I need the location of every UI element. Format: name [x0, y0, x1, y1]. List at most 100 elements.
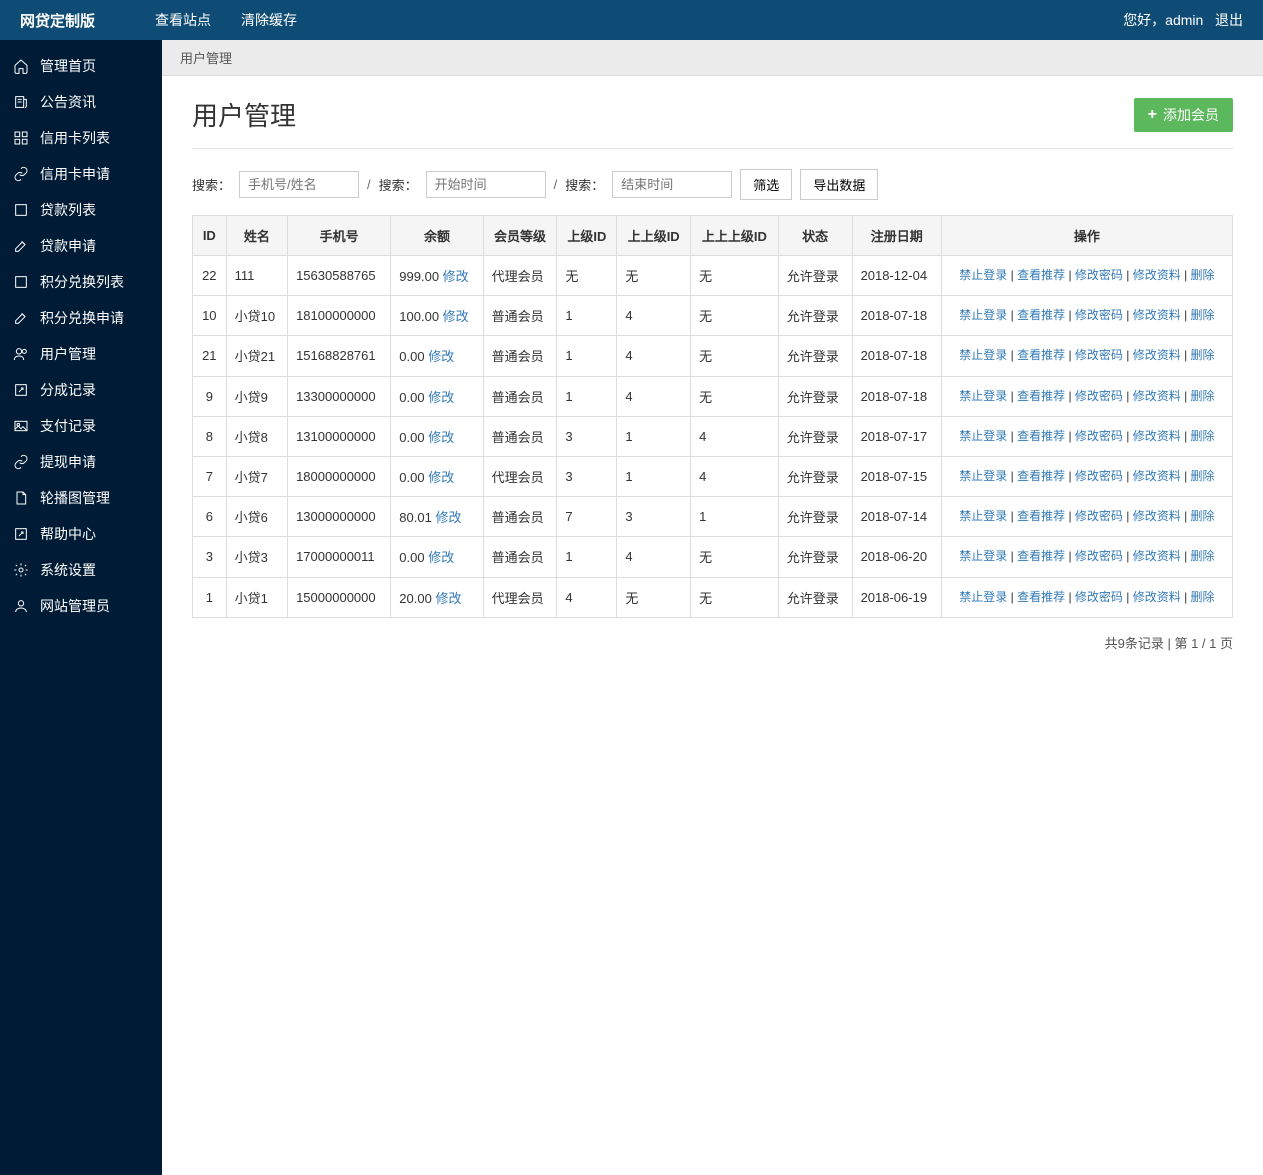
cell-date: 2018-12-04 — [852, 256, 941, 296]
sidebar-item-9[interactable]: 分成记录 — [0, 372, 162, 408]
op-link[interactable]: 修改密码 — [1075, 429, 1123, 443]
sidebar-item-6[interactable]: 积分兑换列表 — [0, 264, 162, 300]
export-button[interactable]: 导出数据 — [800, 169, 878, 200]
op-link[interactable]: 修改密码 — [1075, 389, 1123, 403]
op-link[interactable]: 查看推荐 — [1017, 268, 1065, 282]
op-link[interactable]: 禁止登录 — [959, 429, 1007, 443]
op-link[interactable]: 修改密码 — [1075, 469, 1123, 483]
op-link[interactable]: 修改资料 — [1133, 429, 1181, 443]
sidebar-item-11[interactable]: 提现申请 — [0, 444, 162, 480]
op-link[interactable]: 删除 — [1191, 389, 1215, 403]
sidebar-item-10[interactable]: 支付记录 — [0, 408, 162, 444]
modify-link[interactable]: 修改 — [428, 430, 454, 445]
op-link[interactable]: 查看推荐 — [1017, 549, 1065, 563]
op-link[interactable]: 禁止登录 — [959, 308, 1007, 322]
op-link[interactable]: 禁止登录 — [959, 348, 1007, 362]
add-member-button[interactable]: + 添加会员 — [1134, 98, 1233, 132]
clear-cache-link[interactable]: 清除缓存 — [241, 10, 297, 30]
sidebar-item-12[interactable]: 轮播图管理 — [0, 480, 162, 516]
op-link[interactable]: 修改资料 — [1133, 389, 1181, 403]
cell-level: 普通会员 — [483, 537, 557, 577]
cell-name: 111 — [226, 256, 287, 296]
cell-date: 2018-07-18 — [852, 336, 941, 376]
sidebar-item-label: 提现申请 — [40, 452, 96, 472]
cell-p1: 1 — [557, 296, 617, 336]
op-link[interactable]: 修改资料 — [1133, 268, 1181, 282]
cell-p2: 无 — [617, 577, 691, 617]
sidebar-item-8[interactable]: 用户管理 — [0, 336, 162, 372]
op-link[interactable]: 删除 — [1191, 549, 1215, 563]
op-link[interactable]: 禁止登录 — [959, 590, 1007, 604]
cell-name: 小贷21 — [226, 336, 287, 376]
op-link[interactable]: 修改密码 — [1075, 590, 1123, 604]
cell-date: 2018-07-17 — [852, 416, 941, 456]
op-link[interactable]: 删除 — [1191, 509, 1215, 523]
op-link[interactable]: 删除 — [1191, 429, 1215, 443]
modify-link[interactable]: 修改 — [435, 510, 461, 525]
external-icon — [12, 525, 30, 543]
op-link[interactable]: 查看推荐 — [1017, 429, 1065, 443]
op-link[interactable]: 禁止登录 — [959, 469, 1007, 483]
sidebar-item-3[interactable]: 信用卡申请 — [0, 156, 162, 192]
op-link[interactable]: 删除 — [1191, 268, 1215, 282]
search-prefix3: 搜索： — [565, 175, 604, 194]
op-link[interactable]: 禁止登录 — [959, 268, 1007, 282]
modify-link[interactable]: 修改 — [443, 269, 469, 284]
logout-link[interactable]: 退出 — [1215, 12, 1243, 28]
op-link[interactable]: 修改密码 — [1075, 268, 1123, 282]
end-time-input[interactable] — [612, 171, 732, 198]
op-link[interactable]: 查看推荐 — [1017, 590, 1065, 604]
sidebar-item-15[interactable]: 网站管理员 — [0, 588, 162, 624]
op-link[interactable]: 删除 — [1191, 469, 1215, 483]
op-link[interactable]: 修改资料 — [1133, 469, 1181, 483]
op-link[interactable]: 删除 — [1191, 308, 1215, 322]
op-link[interactable]: 修改密码 — [1075, 348, 1123, 362]
op-link[interactable]: 查看推荐 — [1017, 509, 1065, 523]
modify-link[interactable]: 修改 — [428, 349, 454, 364]
cell-status: 允许登录 — [778, 296, 852, 336]
op-link[interactable]: 查看推荐 — [1017, 469, 1065, 483]
sidebar-item-0[interactable]: 管理首页 — [0, 48, 162, 84]
op-link[interactable]: 修改资料 — [1133, 549, 1181, 563]
op-link[interactable]: 修改资料 — [1133, 509, 1181, 523]
filter-button[interactable]: 筛选 — [740, 169, 792, 200]
sidebar: 管理首页公告资讯信用卡列表信用卡申请贷款列表贷款申请积分兑换列表积分兑换申请用户… — [0, 40, 162, 1175]
op-link[interactable]: 修改资料 — [1133, 308, 1181, 322]
op-link[interactable]: 删除 — [1191, 348, 1215, 362]
op-link[interactable]: 修改密码 — [1075, 549, 1123, 563]
cell-p1: 3 — [557, 456, 617, 496]
op-link[interactable]: 修改密码 — [1075, 509, 1123, 523]
start-time-input[interactable] — [426, 171, 546, 198]
sidebar-item-1[interactable]: 公告资讯 — [0, 84, 162, 120]
sidebar-item-4[interactable]: 贷款列表 — [0, 192, 162, 228]
op-link[interactable]: 禁止登录 — [959, 509, 1007, 523]
op-link[interactable]: 修改资料 — [1133, 348, 1181, 362]
cell-status: 允许登录 — [778, 336, 852, 376]
cell-id: 1 — [193, 577, 227, 617]
modify-link[interactable]: 修改 — [428, 550, 454, 565]
sidebar-item-2[interactable]: 信用卡列表 — [0, 120, 162, 156]
op-link[interactable]: 查看推荐 — [1017, 308, 1065, 322]
file-icon — [12, 489, 30, 507]
sidebar-item-13[interactable]: 帮助中心 — [0, 516, 162, 552]
modify-link[interactable]: 修改 — [428, 470, 454, 485]
cell-name: 小贷9 — [226, 376, 287, 416]
modify-link[interactable]: 修改 — [443, 309, 469, 324]
op-link[interactable]: 禁止登录 — [959, 389, 1007, 403]
op-link[interactable]: 删除 — [1191, 590, 1215, 604]
sidebar-item-14[interactable]: 系统设置 — [0, 552, 162, 588]
cell-name: 小贷3 — [226, 537, 287, 577]
column-header: 手机号 — [288, 216, 391, 256]
op-link[interactable]: 查看推荐 — [1017, 389, 1065, 403]
view-site-link[interactable]: 查看站点 — [155, 10, 211, 30]
modify-link[interactable]: 修改 — [435, 591, 461, 606]
search-input[interactable] — [239, 171, 359, 198]
sidebar-item-5[interactable]: 贷款申请 — [0, 228, 162, 264]
op-link[interactable]: 修改资料 — [1133, 590, 1181, 604]
modify-link[interactable]: 修改 — [428, 390, 454, 405]
sidebar-item-7[interactable]: 积分兑换申请 — [0, 300, 162, 336]
cell-status: 允许登录 — [778, 256, 852, 296]
op-link[interactable]: 禁止登录 — [959, 549, 1007, 563]
op-link[interactable]: 查看推荐 — [1017, 348, 1065, 362]
op-link[interactable]: 修改密码 — [1075, 308, 1123, 322]
